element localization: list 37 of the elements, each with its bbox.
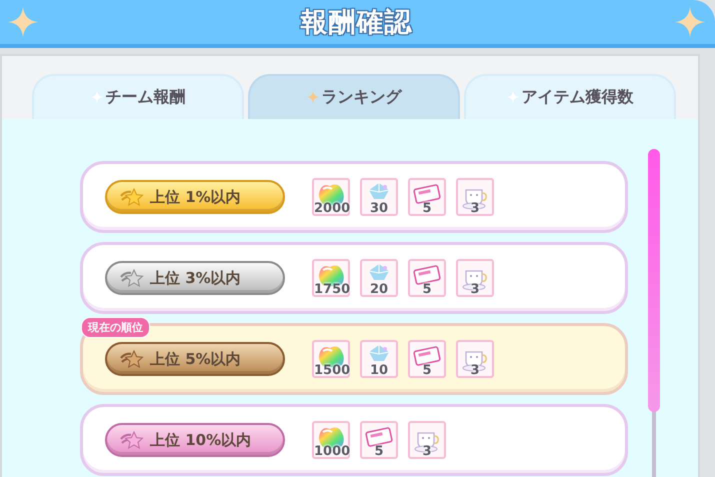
rank-label: 上位 1%以内 bbox=[150, 188, 241, 206]
reward-count: 10 bbox=[368, 363, 390, 378]
sparkle-icon bbox=[506, 91, 520, 104]
crystal-icon bbox=[368, 263, 390, 281]
reward-count: 5 bbox=[421, 282, 433, 297]
scrollbar-thumb[interactable] bbox=[648, 149, 660, 412]
reward-count: 3 bbox=[421, 444, 433, 459]
sparkle-icon bbox=[8, 7, 38, 37]
tab[interactable]: ランキング bbox=[248, 74, 460, 119]
crystal-icon bbox=[368, 182, 390, 200]
reward-count: 5 bbox=[421, 363, 433, 378]
winged-star-icon bbox=[119, 187, 144, 207]
reward-count: 2000 bbox=[314, 201, 348, 216]
tab[interactable]: チーム報酬 bbox=[32, 74, 244, 119]
rank-label: 上位 10%以内 bbox=[150, 430, 252, 450]
winged-star-icon bbox=[119, 349, 144, 369]
reward-count: 1500 bbox=[314, 363, 348, 378]
crystal-icon bbox=[368, 344, 390, 362]
sparkle-icon bbox=[306, 91, 320, 104]
reward-count: 1750 bbox=[314, 282, 348, 297]
reward-count: 3 bbox=[469, 363, 481, 378]
tab[interactable]: アイテム獲得数 bbox=[464, 74, 676, 119]
reward-count: 3 bbox=[469, 282, 481, 297]
sparkle-icon bbox=[90, 91, 104, 104]
winged-star-icon bbox=[119, 268, 144, 288]
current-rank-tag: 現在の順位 bbox=[81, 317, 150, 338]
winged-star-icon bbox=[119, 430, 144, 450]
window-title: 報酬確認 bbox=[300, 6, 412, 40]
reward-count: 30 bbox=[368, 201, 390, 216]
reward-count: 3 bbox=[469, 201, 481, 216]
reward-count: 1000 bbox=[314, 444, 348, 459]
rank-label: 上位 5%以内 bbox=[150, 350, 241, 368]
sparkle-icon bbox=[675, 7, 705, 37]
rank-label: 上位 3%以内 bbox=[150, 268, 241, 288]
reward-count: 5 bbox=[421, 201, 433, 216]
reward-count: 20 bbox=[368, 282, 390, 297]
reward-count: 5 bbox=[373, 444, 385, 459]
